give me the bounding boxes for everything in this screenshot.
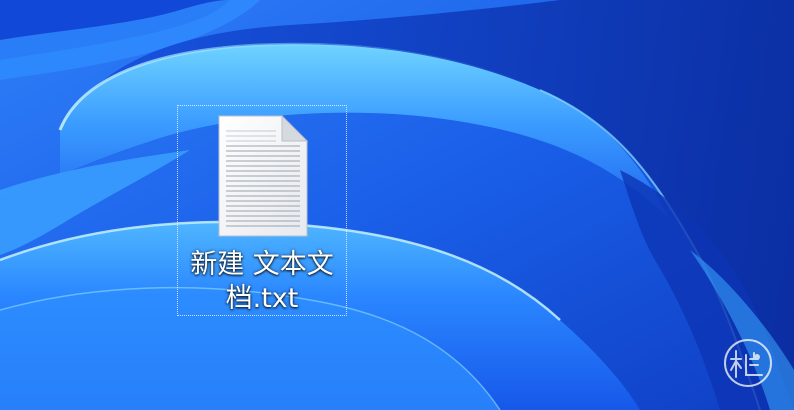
text-document-icon	[218, 115, 308, 237]
file-name-label: 新建 文本文档.txt	[190, 249, 334, 314]
wallpaper-bloom	[0, 0, 794, 410]
desktop[interactable]: 新建 文本文档.txt	[0, 0, 794, 410]
logo-watermark	[724, 339, 772, 387]
desktop-file-icon[interactable]: 新建 文本文档.txt	[177, 105, 347, 316]
